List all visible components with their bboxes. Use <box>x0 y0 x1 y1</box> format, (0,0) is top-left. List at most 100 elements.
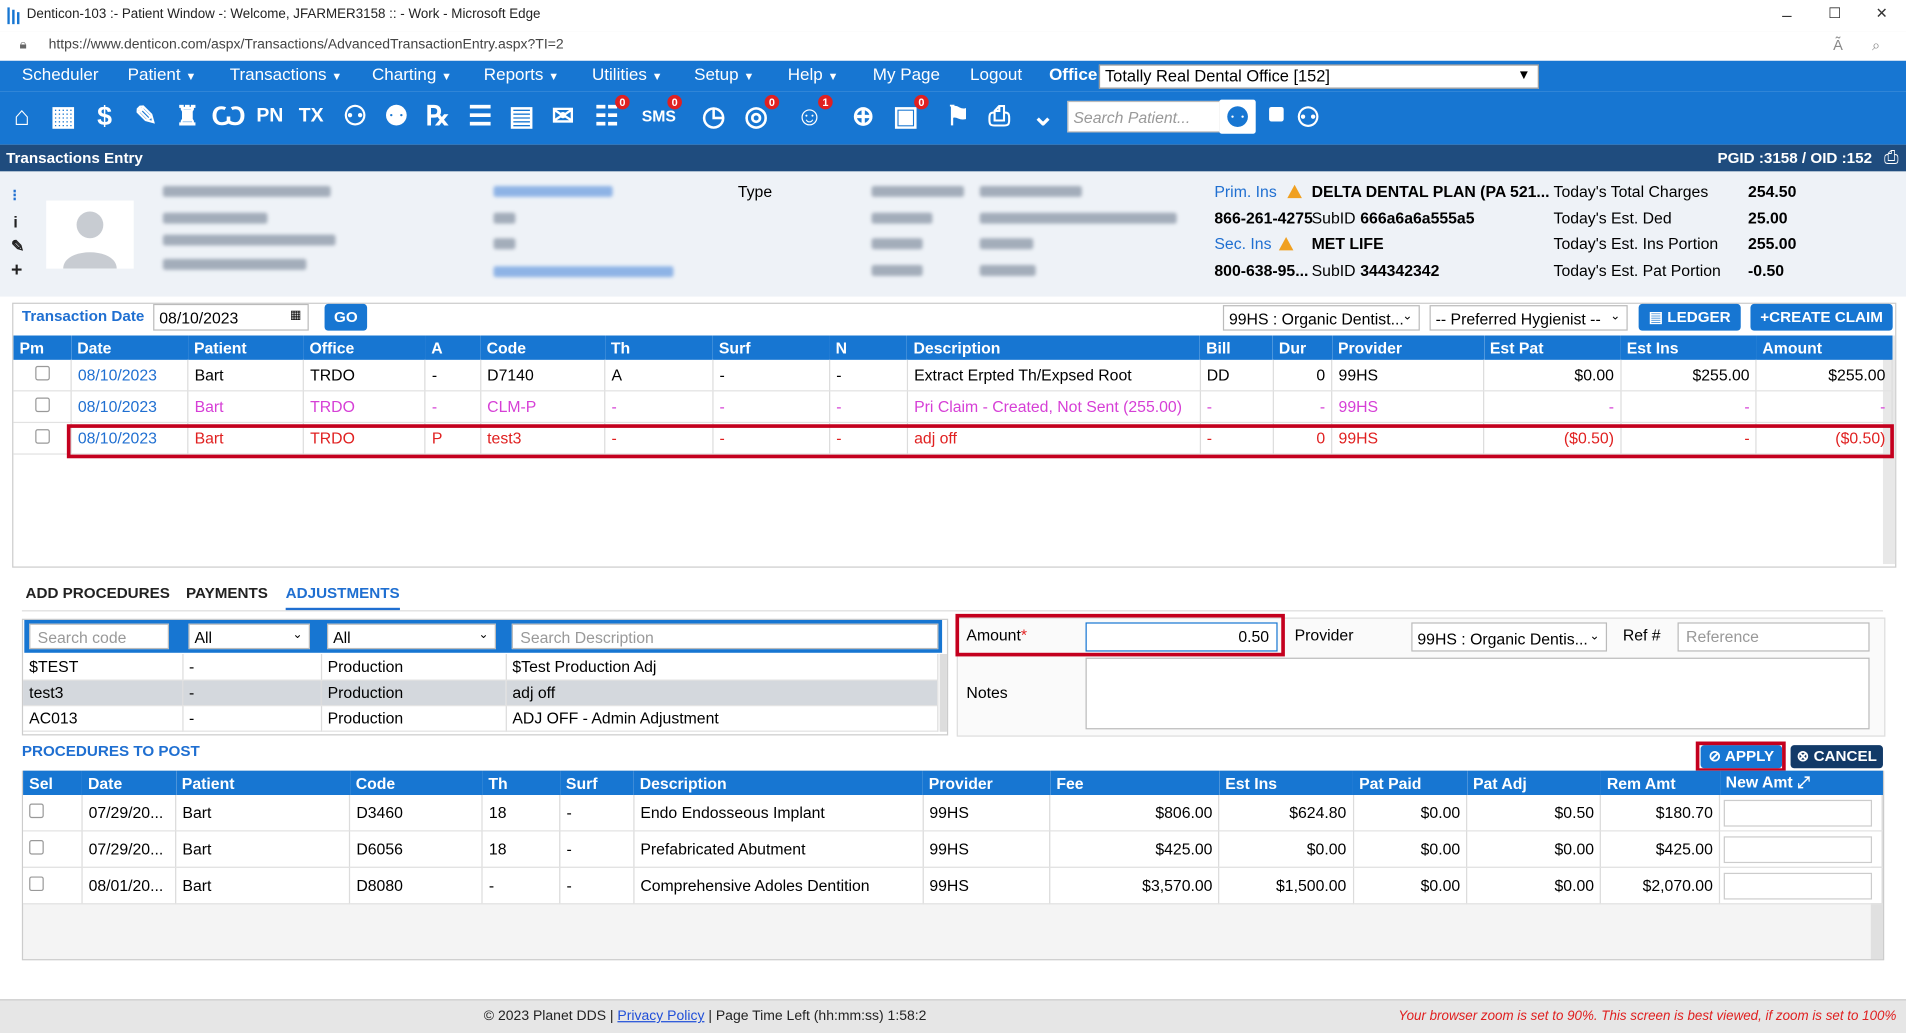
col-date[interactable]: Date <box>71 335 188 360</box>
col-patient[interactable]: Patient <box>187 335 304 360</box>
col-date[interactable]: Date <box>81 770 176 796</box>
web-icon[interactable]: ⊕ <box>845 98 881 134</box>
category-filter-select[interactable]: All ⌄ <box>188 623 310 650</box>
col-n[interactable]: N <box>829 335 908 360</box>
menu-setup[interactable]: Setup ▼ <box>694 64 754 83</box>
sec-ins-label[interactable]: Sec. Ins <box>1214 235 1271 253</box>
col-sel[interactable]: Sel <box>23 770 82 796</box>
col-bill[interactable]: Bill <box>1200 335 1273 360</box>
minimize-button[interactable]: – <box>1782 5 1791 24</box>
col-description[interactable]: Description <box>633 770 923 796</box>
adjustment-provider-select[interactable]: 99HS : Organic Dentis... ⌄ <box>1411 622 1608 652</box>
list-item[interactable]: AC013 - Production ADJ OFF - Admin Adjus… <box>23 705 938 732</box>
hygienist-select[interactable]: -- Preferred Hygienist -- ⌄ <box>1429 305 1628 331</box>
close-button[interactable]: ✕ <box>1876 5 1888 22</box>
col-rem-amt[interactable]: Rem Amt <box>1600 770 1720 796</box>
list-item[interactable]: $TEST - Production $Test Production Adj <box>23 653 938 681</box>
col-est-ins[interactable]: Est Ins <box>1219 770 1354 796</box>
col-pat-adj[interactable]: Pat Adj <box>1466 770 1601 796</box>
menu-patient[interactable]: Patient ▼ <box>128 64 197 83</box>
info-icon[interactable]: i <box>13 213 17 231</box>
table-row[interactable]: 07/29/20... Bart D3460 18 - Endo Endosse… <box>23 795 1883 832</box>
col-amount[interactable]: Amount <box>1756 335 1893 360</box>
col-surf[interactable]: Surf <box>712 335 830 360</box>
new-amount-input[interactable] <box>1723 835 1873 863</box>
office-select[interactable]: Totally Real Dental Office [152] ▼ <box>1098 64 1539 89</box>
table-row[interactable]: 08/01/20... Bart D8080 - - Comprehensive… <box>23 867 1883 905</box>
table-row[interactable]: 08/10/2023 Bart TRDO - CLM-P - - - Pri C… <box>13 390 1893 424</box>
sms-icon[interactable]: SMS 0 <box>641 94 682 134</box>
new-amount-input[interactable] <box>1723 799 1873 827</box>
col-office[interactable]: Office <box>303 335 426 360</box>
ledger-button[interactable]: ▤ LEDGER <box>1638 303 1741 331</box>
menu-charting[interactable]: Charting ▼ <box>372 64 452 83</box>
zoom-icon[interactable]: ⌕ <box>1872 36 1880 54</box>
col-fee[interactable]: Fee <box>1050 770 1220 796</box>
row-checkbox[interactable] <box>29 839 44 855</box>
tooth-chart-icon[interactable]: ♜ <box>169 98 205 134</box>
search-description-input[interactable]: Search Description <box>511 623 939 650</box>
row-checkbox[interactable] <box>34 365 50 381</box>
create-claim-button[interactable]: +CREATE CLAIM <box>1750 303 1893 331</box>
table-row[interactable]: 08/10/2023 Bart TRDO - D7140 A - - Extra… <box>13 359 1893 392</box>
col-provider[interactable]: Provider <box>1331 335 1484 360</box>
col-est-pat[interactable]: Est Pat <box>1483 335 1621 360</box>
tab-adjustments[interactable]: ADJUSTMENTS <box>285 585 400 611</box>
attachment-icon[interactable]: ✎ <box>11 237 24 256</box>
row-checkbox[interactable] <box>29 876 44 892</box>
expand-icon[interactable]: ⤢ <box>1797 773 1810 791</box>
table-row[interactable]: 07/29/20... Bart D6056 18 - Prefabricate… <box>23 830 1883 868</box>
cell-date[interactable]: 08/10/2023 <box>71 359 189 392</box>
clock-icon[interactable]: ◷ <box>695 98 731 134</box>
col-pm[interactable]: Pm <box>13 335 72 360</box>
print-icon[interactable]: ⎙ <box>1884 147 1899 168</box>
flag-icon[interactable]: ⁝ <box>12 186 17 205</box>
menu-transactions[interactable]: Transactions ▼ <box>230 64 342 83</box>
notes-icon[interactable]: ☰ <box>462 98 498 134</box>
family-icon[interactable]: ⚉ <box>378 98 414 134</box>
calendar-icon[interactable]: ▦ <box>45 98 81 134</box>
group-icon[interactable]: ⚑ <box>940 98 976 134</box>
col-est-ins[interactable]: Est Ins <box>1620 335 1757 360</box>
row-checkbox[interactable] <box>29 803 44 819</box>
col-dur[interactable]: Dur <box>1272 335 1332 360</box>
edit-chart-icon[interactable]: ✎ <box>128 98 164 134</box>
user-group-icon[interactable]: ⚇ <box>1290 100 1326 136</box>
col-patient[interactable]: Patient <box>175 770 350 796</box>
col-surf[interactable]: Surf <box>559 770 634 796</box>
toggle-checkbox[interactable] <box>1269 106 1284 122</box>
row-checkbox[interactable] <box>34 429 50 444</box>
tab-add-procedures[interactable]: ADD PROCEDURES <box>26 585 170 602</box>
cell-date[interactable]: 08/10/2023 <box>71 390 189 424</box>
go-button[interactable]: GO <box>324 303 368 331</box>
col-provider[interactable]: Provider <box>922 770 1051 796</box>
add-patient-icon[interactable]: ⚇ <box>337 98 373 134</box>
transaction-date-input[interactable]: 08/10/2023 ▦ <box>153 303 309 331</box>
type-filter-select[interactable]: All ⌄ <box>326 623 496 650</box>
patient-search-icon[interactable]: ⚉ <box>1219 99 1256 134</box>
prim-ins-label[interactable]: Prim. Ins <box>1214 182 1276 200</box>
menu-utilities[interactable]: Utilities ▼ <box>592 64 663 83</box>
menu-logout[interactable]: Logout <box>970 64 1022 83</box>
amount-input[interactable]: 0.50 <box>1085 622 1278 652</box>
document-icon[interactable]: ▤ <box>503 98 539 134</box>
cell-date[interactable]: 08/10/2023 <box>71 422 189 455</box>
mail-icon[interactable]: ✉ <box>545 98 581 134</box>
dollar-icon[interactable]: $ <box>86 98 122 134</box>
col-th[interactable]: Th <box>604 335 713 360</box>
progress-notes-icon[interactable]: PN <box>252 98 288 134</box>
col-new-amt[interactable]: New Amt ⤢ <box>1719 770 1883 796</box>
col-th[interactable]: Th <box>482 770 560 796</box>
smile-icon[interactable]: ☺ 1 <box>791 94 833 134</box>
list-item-selected[interactable]: test3 - Production adj off <box>23 679 938 706</box>
col-pat-paid[interactable]: Pat Paid <box>1353 770 1467 796</box>
treatment-icon[interactable]: TX <box>293 98 329 134</box>
col-code[interactable]: Code <box>480 335 605 360</box>
notes-textarea[interactable] <box>1085 657 1870 730</box>
apply-button[interactable]: ⊘ APPLY <box>1700 745 1783 769</box>
scrollbar[interactable] <box>939 653 947 732</box>
perio-icon[interactable]: Ѡ <box>210 98 246 134</box>
table-row[interactable]: 08/10/2023 Bart TRDO P test3 - - - adj o… <box>13 422 1893 455</box>
read-aloud-icon[interactable]: A͂ <box>1833 36 1843 53</box>
printer-icon[interactable]: ⎙ <box>981 98 1017 134</box>
